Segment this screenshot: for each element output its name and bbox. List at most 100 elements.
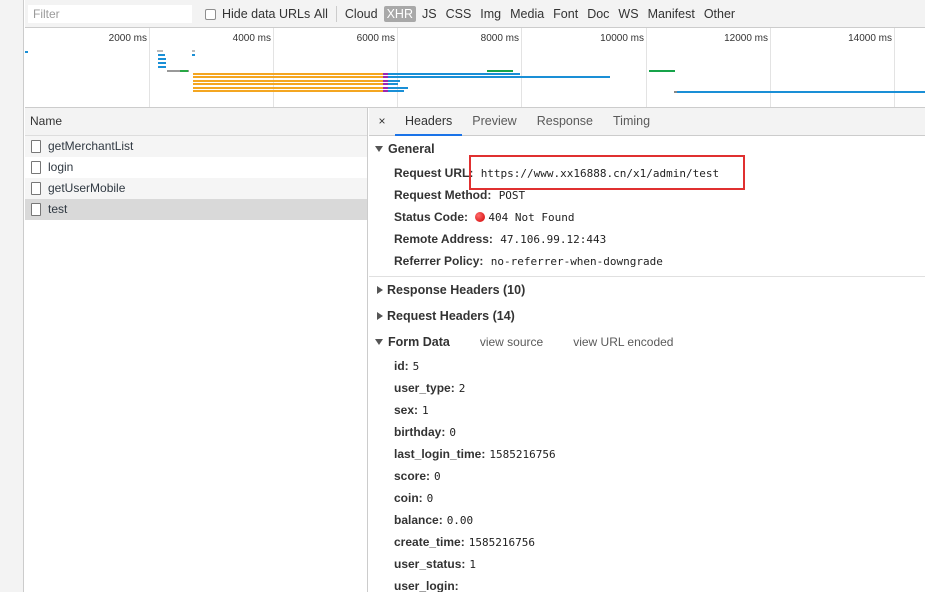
hide-data-urls-toggle[interactable]: Hide data URLs xyxy=(205,7,310,21)
request-method-label: Request Method: xyxy=(394,188,492,202)
tab-headers[interactable]: Headers xyxy=(395,108,463,136)
close-icon[interactable]: × xyxy=(369,108,395,135)
hide-data-urls-checkbox[interactable] xyxy=(205,8,216,20)
form-field-value: 0 xyxy=(449,426,456,439)
filter-toolbar: Hide data URLs All Cloud XHR JS CSS Img … xyxy=(25,0,925,28)
status-code-label: Status Code: xyxy=(394,210,469,224)
referrer-policy-row: Referrer Policy: no-referrer-when-downgr… xyxy=(369,250,925,272)
timeline-bar xyxy=(192,50,195,52)
timeline-tick-label: 8000 ms xyxy=(480,33,519,44)
referrer-policy-value: no-referrer-when-downgrade xyxy=(490,255,663,268)
request-row-login[interactable]: login xyxy=(25,157,367,178)
timeline-bar xyxy=(677,91,925,93)
timeline-bar xyxy=(649,70,675,72)
form-field-key: user_type: xyxy=(394,381,455,395)
request-url-label: Request URL: xyxy=(394,166,474,180)
referrer-policy-label: Referrer Policy: xyxy=(394,254,484,268)
form-field-row: create_time: 1585216756 xyxy=(369,531,925,553)
form-field-value: 5 xyxy=(412,360,420,373)
request-headers-toggle[interactable]: Request Headers (14) xyxy=(369,303,925,329)
timeline-tick-label: 14000 ms xyxy=(848,33,892,44)
request-row-getmerchantlist[interactable]: getMerchantList xyxy=(25,136,367,157)
timeline-tick-label: 4000 ms xyxy=(232,33,271,44)
details-tabbar: × Headers Preview Response Timing xyxy=(369,108,925,136)
timeline-bar xyxy=(158,54,165,56)
status-code-value: 404 Not Found xyxy=(488,211,575,224)
triangle-down-icon xyxy=(375,339,383,345)
type-filter-manifest[interactable]: Manifest xyxy=(645,6,698,22)
form-field-value: 1 xyxy=(422,404,429,417)
timeline-bar xyxy=(487,70,513,72)
tab-response[interactable]: Response xyxy=(527,108,603,135)
type-filter-font[interactable]: Font xyxy=(550,6,581,22)
timeline-bar xyxy=(388,73,520,75)
form-data-toggle[interactable]: Form Data view source view URL encoded xyxy=(369,329,925,355)
status-error-icon xyxy=(475,212,486,222)
form-field-key: last_login_time: xyxy=(394,447,486,461)
timeline-bar xyxy=(193,73,383,75)
triangle-right-icon xyxy=(377,286,383,294)
request-name: getUserMobile xyxy=(48,181,126,195)
tab-timing[interactable]: Timing xyxy=(603,108,660,135)
form-field-row: user_login: xyxy=(369,575,925,592)
form-field-key: id: xyxy=(394,359,409,373)
type-filter-ws[interactable]: WS xyxy=(615,6,641,22)
response-headers-toggle[interactable]: Response Headers (10) xyxy=(369,277,925,303)
type-filter-css[interactable]: CSS xyxy=(443,6,475,22)
view-source-link[interactable]: view source xyxy=(480,329,543,355)
type-filter-doc[interactable]: Doc xyxy=(584,6,612,22)
type-filter-js[interactable]: JS xyxy=(419,6,440,22)
timeline-bar xyxy=(193,90,383,92)
timeline-gridline xyxy=(149,28,150,107)
timeline-bar xyxy=(158,58,166,60)
type-filter-media[interactable]: Media xyxy=(507,6,547,22)
filter-input[interactable] xyxy=(28,5,192,23)
request-method-value: POST xyxy=(498,189,526,202)
type-filter-divider xyxy=(335,6,337,22)
general-section-title: General xyxy=(388,142,435,156)
timeline-bar xyxy=(388,87,408,89)
request-details: × Headers Preview Response Timing Genera… xyxy=(369,108,925,592)
type-filter-other[interactable]: Other xyxy=(701,6,738,22)
timeline-tick-label: 12000 ms xyxy=(724,33,768,44)
general-section-toggle[interactable]: General xyxy=(369,136,925,162)
timeline-gridline xyxy=(894,28,895,107)
document-icon xyxy=(31,140,41,153)
timeline-overview[interactable]: 2000 ms 4000 ms 6000 ms 8000 ms 10000 ms… xyxy=(25,28,925,108)
tab-preview[interactable]: Preview xyxy=(462,108,526,135)
type-filter-xhr[interactable]: XHR xyxy=(383,6,416,22)
form-field-key: coin: xyxy=(394,491,423,505)
document-icon xyxy=(31,161,41,174)
hide-data-urls-label: Hide data URLs xyxy=(222,7,311,21)
form-field-key: birthday: xyxy=(394,425,446,439)
form-field-key: sex: xyxy=(394,403,419,417)
type-filter-img[interactable]: Img xyxy=(477,6,504,22)
timeline-gridline xyxy=(770,28,771,107)
document-icon xyxy=(31,203,41,216)
timeline-bar xyxy=(158,66,166,68)
type-filter-all[interactable]: All xyxy=(311,6,331,22)
timeline-bar xyxy=(192,54,195,56)
request-url-row: Request URL: https://www.xx16888.cn/x1/a… xyxy=(369,162,925,184)
column-header-name[interactable]: Name xyxy=(25,108,367,136)
request-headers-title: Request Headers (14) xyxy=(387,309,515,323)
timeline-bar xyxy=(388,90,404,92)
devtools-side-strip xyxy=(0,0,24,592)
form-field-key: user_status: xyxy=(394,557,466,571)
form-field-key: user_login: xyxy=(394,579,459,592)
form-field-key: score: xyxy=(394,469,431,483)
timeline-bar xyxy=(193,80,383,82)
timeline-bar xyxy=(180,70,188,72)
request-row-getusermobile[interactable]: getUserMobile xyxy=(25,178,367,199)
view-url-encoded-link[interactable]: view URL encoded xyxy=(573,329,673,355)
type-filter-cloud[interactable]: Cloud xyxy=(342,6,381,22)
timeline-tick-label: 6000 ms xyxy=(356,33,395,44)
document-icon xyxy=(31,182,41,195)
resource-type-filters: All Cloud XHR JS CSS Img Media Font Doc … xyxy=(311,6,741,22)
response-headers-title: Response Headers (10) xyxy=(387,283,526,297)
remote-address-row: Remote Address: 47.106.99.12:443 xyxy=(369,228,925,250)
form-field-row: birthday: 0 xyxy=(369,421,925,443)
form-field-value: 1 xyxy=(469,558,476,571)
request-row-test[interactable]: test xyxy=(25,199,367,220)
request-list: Name getMerchantList login getUserMobile… xyxy=(25,108,368,592)
